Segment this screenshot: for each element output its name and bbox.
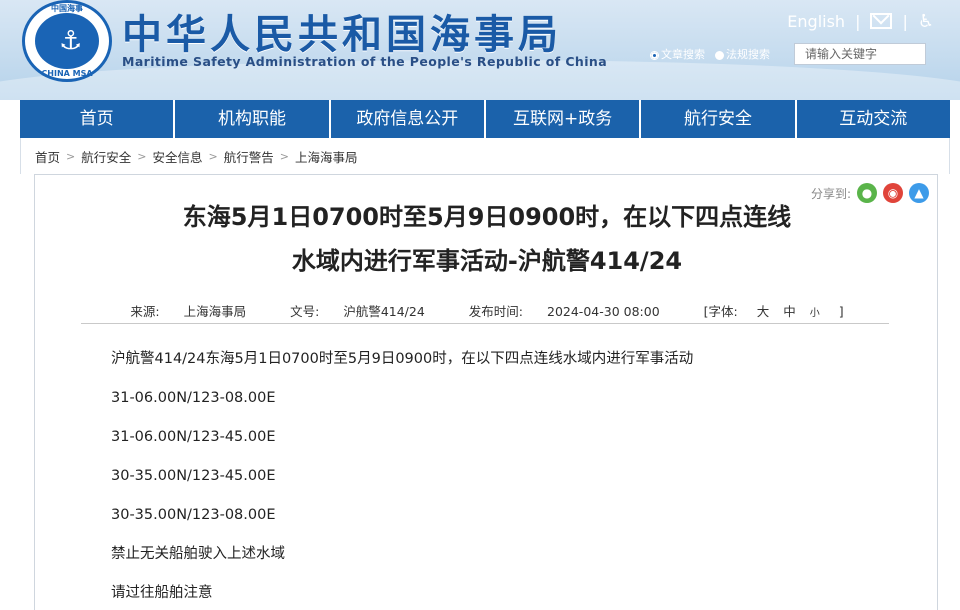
article-body: 沪航警414/24东海5月1日0700时至5月9日0900时，在以下四点连线水域… — [111, 349, 891, 610]
font-size-label: [字体: — [703, 304, 738, 319]
breadcrumb-navigation-safety[interactable]: 航行安全 — [81, 147, 131, 166]
weibo-icon[interactable]: ◉ — [883, 183, 903, 203]
font-size-close: ] — [838, 304, 844, 319]
site-header: 中国海事 ⚓ CHINA MSA 中华人民共和国海事局 Maritime Saf… — [0, 0, 960, 100]
article-title-line-1: 东海5月1日0700时至5月9日0900时，在以下四点连线 — [182, 203, 792, 231]
article-paragraph: 禁止无关船舶驶入上述水域 — [111, 546, 285, 562]
article-title-line-2: 水域内进行军事活动-沪航警414/24 — [291, 247, 683, 275]
font-size-switch: [字体: 大 中 小 ] — [694, 304, 854, 319]
radio-unselected-icon[interactable] — [715, 50, 724, 60]
main-nav: 首页 机构职能 政府信息公开 互联网+政务 航行安全 互动交流 — [20, 100, 950, 138]
meta-published-value: 2024-04-30 08:00 — [547, 304, 660, 319]
breadcrumb-separator: > — [208, 149, 218, 163]
top-tools: English | | ♿ — [787, 10, 934, 32]
breadcrumb: 首页 > 航行安全 > 安全信息 > 航行警告 > 上海海事局 — [20, 138, 950, 174]
breadcrumb-home[interactable]: 首页 — [35, 147, 60, 166]
tool-separator: | — [902, 11, 908, 31]
site-subtitle: Maritime Safety Administration of the Pe… — [122, 54, 608, 69]
logo-bottom-text: CHINA MSA — [41, 69, 93, 78]
search-input[interactable] — [794, 43, 926, 65]
meta-doc-no-value: 沪航警414/24 — [343, 304, 425, 319]
meta-published: 发布时间: 2024-04-30 08:00 — [459, 304, 670, 319]
article-panel: 分享到: ● ◉ ▲ 东海5月1日0700时至5月9日0900时，在以下四点连线… — [34, 174, 938, 610]
anchor-icon: ⚓ — [59, 26, 83, 56]
tool-separator: | — [855, 11, 861, 31]
radio-selected-icon[interactable] — [650, 50, 659, 60]
breadcrumb-navigation-warnings[interactable]: 航行警告 — [224, 147, 274, 166]
font-size-large[interactable]: 大 — [757, 304, 770, 319]
site-title[interactable]: 中华人民共和国海事局 — [122, 2, 562, 60]
article-paragraph: 31-06.00N/123-45.00E — [111, 429, 276, 445]
meta-source: 来源: 上海海事局 — [120, 304, 256, 319]
accessibility-icon[interactable]: ♿ — [918, 11, 934, 32]
article-paragraph: 30-35.00N/123-45.00E — [111, 468, 276, 484]
search-scope-regulations-label: 法规搜索 — [726, 48, 770, 61]
article-title: 东海5月1日0700时至5月9日0900时，在以下四点连线 水域内进行军事活动-… — [95, 195, 879, 283]
meta-source-value: 上海海事局 — [183, 304, 247, 319]
nav-item-functions[interactable]: 机构职能 — [175, 100, 331, 138]
search-scope-group: 文章搜索 法规搜索 — [650, 46, 770, 62]
breadcrumb-separator: > — [279, 149, 289, 163]
nav-item-home[interactable]: 首页 — [20, 100, 176, 138]
article-paragraph: 沪航警414/24东海5月1日0700时至5月9日0900时，在以下四点连线水域… — [111, 351, 694, 367]
meta-doc-no: 文号: 沪航警414/24 — [280, 304, 435, 319]
search-scope-articles-label: 文章搜索 — [661, 48, 705, 61]
article-meta: 来源: 上海海事局 文号: 沪航警414/24 发布时间: 2024-04-30… — [35, 301, 939, 320]
font-size-small[interactable]: 小 — [810, 308, 820, 319]
breadcrumb-shanghai-msa[interactable]: 上海海事局 — [295, 147, 358, 166]
breadcrumb-safety-info[interactable]: 安全信息 — [152, 147, 202, 166]
meta-doc-no-label: 文号: — [290, 304, 320, 319]
article-paragraph: 30-35.00N/123-08.00E — [111, 507, 276, 523]
qq-icon[interactable]: ▲ — [909, 183, 929, 203]
search-scope-articles[interactable]: 文章搜索 — [650, 46, 705, 62]
article-paragraph: 31-06.00N/123-08.00E — [111, 390, 276, 406]
nav-item-interaction[interactable]: 互动交流 — [797, 100, 950, 138]
meta-divider — [81, 323, 889, 324]
msa-logo[interactable]: 中国海事 ⚓ CHINA MSA — [22, 0, 112, 82]
meta-source-label: 来源: — [130, 304, 160, 319]
search-scope-regulations[interactable]: 法规搜索 — [715, 46, 770, 62]
mail-icon[interactable] — [870, 13, 893, 29]
nav-item-navigation-safety[interactable]: 航行安全 — [641, 100, 797, 138]
logo-emblem: ⚓ — [35, 13, 99, 69]
meta-published-label: 发布时间: — [468, 304, 524, 319]
breadcrumb-separator: > — [137, 149, 147, 163]
english-link[interactable]: English — [787, 12, 845, 31]
breadcrumb-separator: > — [66, 149, 76, 163]
nav-item-internet-gov[interactable]: 互联网+政务 — [486, 100, 642, 138]
font-size-medium[interactable]: 中 — [783, 304, 796, 319]
nav-item-gov-info[interactable]: 政府信息公开 — [331, 100, 486, 138]
article-paragraph: 请过往船舶注意 — [111, 585, 213, 601]
